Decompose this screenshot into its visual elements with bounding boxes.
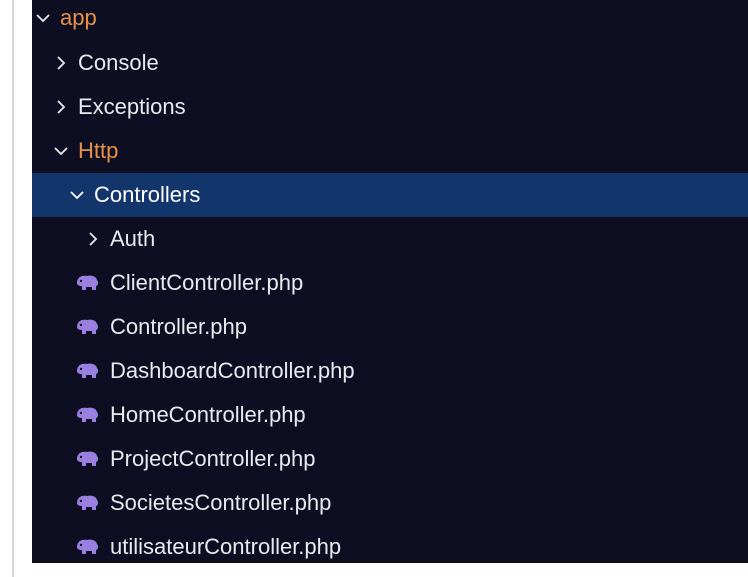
- tree-folder-label: Auth: [110, 226, 156, 251]
- screenshot-frame: app Console Exceptions Http Controllers …: [0, 0, 748, 577]
- tree-file-label: HomeController.php: [110, 402, 306, 427]
- tree-file-label: DashboardController.php: [110, 358, 355, 383]
- tree-file-project-controller[interactable]: ProjectController.php: [32, 437, 748, 481]
- tree-folder-exceptions[interactable]: Exceptions: [32, 85, 748, 129]
- php-elephant-icon: [74, 450, 100, 468]
- tree-file-label: utilisateurController.php: [110, 534, 342, 559]
- chevron-down-icon: [32, 7, 54, 29]
- tree-folder-label: Exceptions: [78, 94, 186, 119]
- tree-file-dashboard-controller[interactable]: DashboardController.php: [32, 349, 748, 393]
- tree-file-home-controller[interactable]: HomeController.php: [32, 393, 748, 437]
- chevron-down-icon: [66, 184, 88, 206]
- tree-file-client-controller[interactable]: ClientController.php: [32, 261, 748, 305]
- tree-folder-label: app: [60, 5, 97, 30]
- chevron-down-icon: [50, 140, 72, 162]
- tree-folder-console[interactable]: Console: [32, 41, 748, 85]
- tree-file-label: SocietesController.php: [110, 490, 332, 515]
- php-elephant-icon: [74, 494, 100, 512]
- tree-file-label: ClientController.php: [110, 270, 304, 295]
- tree-folder-label: Controllers: [94, 182, 201, 207]
- tree-file-utilisateur-controller[interactable]: utilisateurController.php: [32, 525, 748, 563]
- php-elephant-icon: [74, 274, 100, 292]
- tree-file-societes-controller[interactable]: SocietesController.php: [32, 481, 748, 525]
- tree-folder-controllers[interactable]: Controllers: [32, 173, 748, 217]
- tree-file-controller[interactable]: Controller.php: [32, 305, 748, 349]
- tree-file-label: Controller.php: [110, 314, 247, 339]
- php-elephant-icon: [74, 538, 100, 556]
- chevron-right-icon: [50, 52, 72, 74]
- tree-folder-app[interactable]: app: [32, 0, 748, 38]
- php-elephant-icon: [74, 406, 100, 424]
- file-explorer-tree: app Console Exceptions Http Controllers …: [32, 0, 748, 563]
- tree-folder-http[interactable]: Http: [32, 129, 748, 173]
- tree-folder-label: Console: [78, 50, 159, 75]
- window-border: [12, 0, 14, 577]
- tree-file-label: ProjectController.php: [110, 446, 316, 471]
- chevron-right-icon: [50, 96, 72, 118]
- php-elephant-icon: [74, 318, 100, 336]
- tree-folder-auth[interactable]: Auth: [32, 217, 748, 261]
- php-elephant-icon: [74, 362, 100, 380]
- chevron-right-icon: [82, 228, 104, 250]
- tree-folder-label: Http: [78, 138, 119, 163]
